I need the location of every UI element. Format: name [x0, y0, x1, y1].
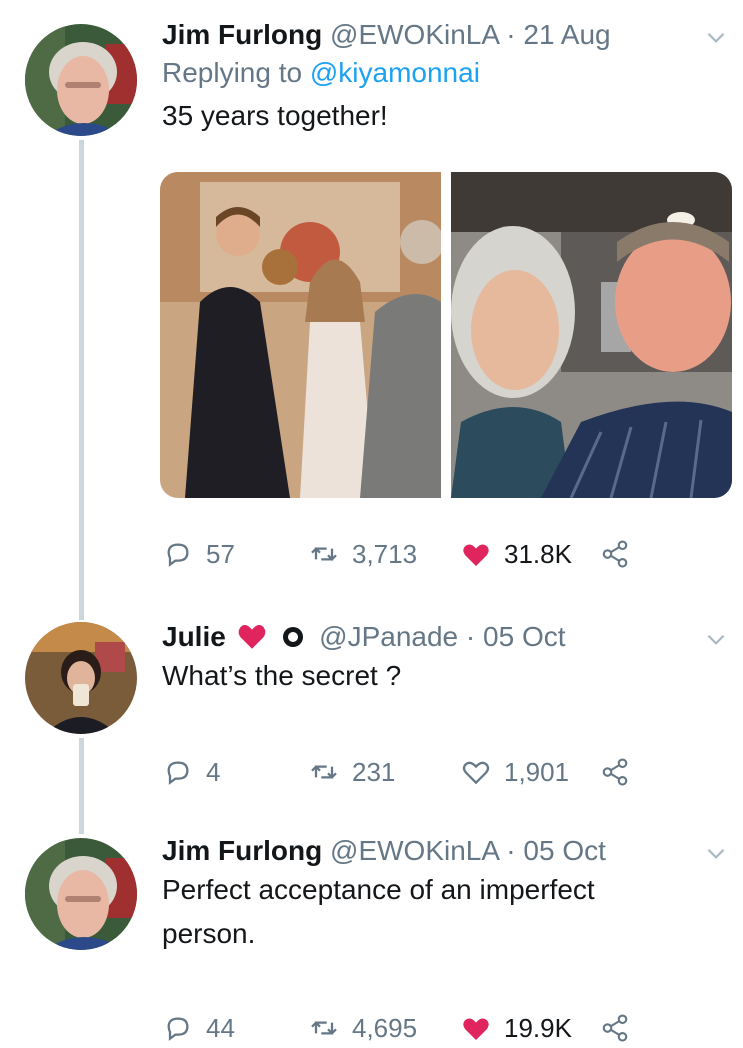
chevron-down-icon[interactable]	[703, 840, 729, 866]
retweet-button[interactable]: 231	[308, 752, 395, 792]
separator-dot: ·	[506, 19, 516, 50]
retweet-count: 4,695	[352, 1012, 418, 1043]
share-button[interactable]	[600, 1008, 642, 1048]
user-handle[interactable]: @EWOKinLA	[330, 19, 498, 50]
replying-to: Replying to @kiyamonnai	[162, 56, 743, 90]
display-name[interactable]: Jim Furlong	[162, 19, 322, 50]
thread-line	[79, 738, 84, 834]
replying-prefix: Replying to	[162, 57, 303, 88]
heart-icon	[462, 761, 490, 785]
reply-count: 4	[206, 756, 221, 787]
tweet-text-line: Perfect acceptance of an imperfect	[162, 874, 595, 905]
reply-count: 57	[206, 538, 235, 569]
separator-dot: ·	[465, 621, 476, 652]
tweet-date[interactable]: 05 Oct	[523, 835, 605, 866]
reply-icon	[167, 1017, 189, 1041]
tweet-text: 35 years together!	[162, 100, 388, 131]
separator-dot: ·	[506, 835, 516, 866]
chevron-down-icon[interactable]	[703, 24, 729, 50]
tweet-header: Julie @JPanade · 05 Oct	[162, 620, 743, 654]
avatar[interactable]	[25, 24, 137, 136]
mention-link[interactable]: @kiyamonnai	[310, 57, 480, 88]
tweet[interactable]: Jim Furlong @EWOKinLA · 05 Oct Perfect a…	[162, 834, 743, 954]
heart-icon	[463, 544, 489, 566]
wedding-photo[interactable]	[160, 172, 441, 498]
reply-count: 44	[206, 1012, 235, 1043]
tweet-text: What’s the secret ?	[162, 660, 402, 691]
thread-line	[79, 140, 84, 620]
retweet-icon	[311, 547, 337, 561]
share-button[interactable]	[600, 534, 642, 574]
like-button[interactable]: 1,901	[460, 752, 569, 792]
retweet-button[interactable]: 3,713	[308, 534, 417, 574]
tweet-date[interactable]: 21 Aug	[523, 19, 610, 50]
avatar[interactable]	[25, 838, 137, 950]
share-icon	[602, 1014, 628, 1042]
reply-button[interactable]: 44	[162, 1008, 235, 1048]
selfie-photo[interactable]	[451, 172, 732, 498]
heart-emoji-icon	[238, 625, 265, 649]
display-name[interactable]: Julie	[162, 621, 226, 652]
like-count: 31.8K	[504, 538, 572, 569]
retweet-button[interactable]: 4,695	[308, 1008, 417, 1048]
reply-button[interactable]: 4	[162, 752, 220, 792]
share-button[interactable]	[600, 752, 642, 792]
display-name[interactable]: Jim Furlong	[162, 835, 322, 866]
share-icon	[602, 758, 628, 786]
retweet-count: 231	[352, 756, 396, 787]
like-count: 1,901	[504, 756, 570, 787]
tweet-date[interactable]: 05 Oct	[483, 621, 565, 652]
avatar[interactable]	[25, 622, 137, 734]
tweet[interactable]: Jim Furlong @EWOKinLA · 21 Aug Replying …	[162, 18, 743, 136]
reply-icon	[167, 761, 189, 785]
share-icon	[602, 540, 628, 568]
user-handle[interactable]: @EWOKinLA	[330, 835, 498, 866]
retweet-icon	[311, 1021, 337, 1035]
retweet-count: 3,713	[352, 538, 418, 569]
reply-button[interactable]: 57	[162, 534, 235, 574]
tweet-text-line: person.	[162, 918, 256, 949]
like-button[interactable]: 31.8K	[460, 534, 572, 574]
reply-icon	[167, 543, 189, 567]
tweet-header: Jim Furlong @EWOKinLA · 05 Oct	[162, 834, 743, 868]
like-button[interactable]: 19.9K	[460, 1008, 572, 1048]
tweet-text: Perfect acceptance of an imperfect perso…	[162, 870, 743, 954]
retweet-icon	[311, 765, 337, 779]
heart-icon	[463, 1018, 489, 1040]
tweet[interactable]: Julie @JPanade · 05 Oct What’s the secre…	[162, 620, 743, 696]
like-count: 19.9K	[504, 1012, 572, 1043]
user-handle[interactable]: @JPanade	[319, 621, 458, 652]
tweet-header: Jim Furlong @EWOKinLA · 21 Aug	[162, 18, 743, 52]
tweet-media[interactable]	[160, 172, 732, 498]
ring-emoji-icon	[283, 627, 304, 647]
chevron-down-icon[interactable]	[703, 626, 729, 652]
